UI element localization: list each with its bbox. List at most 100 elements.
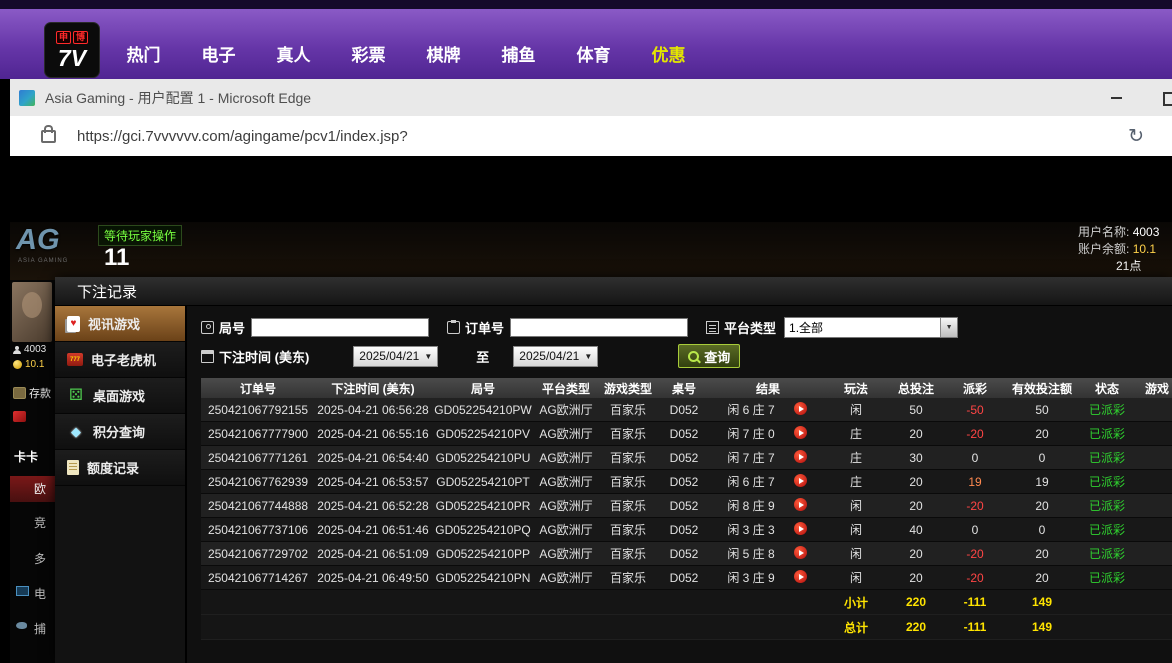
date-to-dropdown[interactable]: 2025/04/21 ▼	[513, 346, 598, 367]
page-content: AG ASIA GAMING 等待玩家操作 11 用户名称: 4003 账户余额…	[10, 156, 1172, 663]
maximize-button[interactable]	[1163, 92, 1172, 106]
to-label: 至	[476, 347, 489, 366]
lobby-menu-bu[interactable]: 捕	[34, 620, 46, 637]
chevron-down-icon[interactable]: ▼	[940, 318, 957, 337]
url-text[interactable]: https://gci.7vvvvvv.com/agingame/pcv1/in…	[77, 128, 408, 145]
page-favicon	[19, 90, 35, 106]
current-game-name: 21点	[1078, 258, 1172, 275]
tag-icon	[201, 321, 214, 334]
sidebar-item-3[interactable]: 桌面游戏	[55, 378, 185, 414]
table-row: 2504210677779002025-04-21 06:55:16GD0522…	[201, 422, 1172, 446]
order-no-cell: 250421067771261	[201, 446, 315, 470]
nav-item-2[interactable]: 电子	[181, 41, 256, 66]
sum-total-bet: 220	[885, 615, 947, 640]
sidebar-item-label: 桌面游戏	[93, 386, 145, 405]
platform-type-select[interactable]: 1.全部 ▼	[784, 317, 958, 338]
order-no-input[interactable]	[510, 318, 688, 337]
play-cell: 庄	[827, 422, 885, 446]
valid-bet-cell: 0	[1003, 518, 1081, 542]
sum-empty	[1081, 590, 1133, 615]
replay-icon[interactable]	[794, 426, 807, 439]
sidebar-item-1[interactable]: 视讯游戏	[55, 306, 185, 342]
column-header: 派彩	[947, 378, 1003, 398]
nav-item-7[interactable]: 体育	[556, 41, 631, 66]
replay-icon[interactable]	[794, 522, 807, 535]
nav-item-8[interactable]: 优惠	[631, 41, 706, 66]
query-button[interactable]: 查询	[678, 344, 740, 368]
username-label: 用户名称:	[1078, 225, 1129, 239]
deposit-row[interactable]: 存款	[13, 385, 51, 401]
status-cell: 已派彩	[1081, 542, 1133, 566]
bet-time-cell: 2025-04-21 06:52:28	[315, 494, 431, 518]
calendar-icon	[201, 350, 214, 363]
replay-icon[interactable]	[794, 546, 807, 559]
date-from-dropdown[interactable]: 2025/04/21 ▼	[353, 346, 438, 367]
lobby-menu-jing[interactable]: 竞	[34, 514, 46, 531]
subtotal-row: 小计220-111149	[201, 590, 1172, 615]
monitor-icon	[16, 586, 29, 596]
replay-icon[interactable]	[794, 402, 807, 415]
avatar	[12, 282, 52, 342]
column-header: 有效投注额	[1003, 378, 1081, 398]
status-cell: 已派彩	[1081, 422, 1133, 446]
lock-icon[interactable]	[41, 130, 56, 143]
total-bet-cell: 20	[885, 566, 947, 590]
sidebar-item-2[interactable]: 电子老虎机	[55, 342, 185, 378]
column-header: 游戏	[1133, 378, 1172, 398]
valid-bet-cell: 20	[1003, 494, 1081, 518]
table-row: 2504210677371062025-04-21 06:51:46GD0522…	[201, 518, 1172, 542]
sum-valid-bet: 149	[1003, 590, 1081, 615]
game-type-cell: 百家乐	[597, 398, 659, 422]
game-cell	[1133, 422, 1172, 446]
bet-table: 订单号下注时间 (美东)局号平台类型游戏类型桌号结果玩法总投注派彩有效投注额状态…	[201, 378, 1172, 640]
replay-icon[interactable]	[794, 450, 807, 463]
game-type-cell: 百家乐	[597, 446, 659, 470]
status-cell: 已派彩	[1081, 446, 1133, 470]
lobby-menu-eu[interactable]: 欧	[10, 476, 55, 502]
payout-cell: 0	[947, 446, 1003, 470]
site-logo[interactable]: 申 博 7V	[44, 22, 100, 78]
round-no-cell: GD052254210PN	[431, 566, 535, 590]
nav-item-4[interactable]: 彩票	[331, 41, 406, 66]
nav-item-1[interactable]: 热门	[106, 41, 181, 66]
sum-empty	[1133, 590, 1172, 615]
lobby-menu-duo[interactable]: 多	[34, 550, 46, 567]
date-to-value: 2025/04/21	[519, 349, 579, 363]
sidebar-item-label: 视讯游戏	[88, 314, 140, 333]
chevron-down-icon: ▼	[584, 352, 592, 361]
sidebar-item-5[interactable]: 额度记录	[55, 450, 185, 486]
order-no-cell: 250421067729702	[201, 542, 315, 566]
nav-item-5[interactable]: 棋牌	[406, 41, 481, 66]
play-cell: 闲	[827, 398, 885, 422]
payout-cell: -20	[947, 422, 1003, 446]
payout-cell: -20	[947, 566, 1003, 590]
list-icon	[706, 321, 719, 334]
round-no-cell: GD052254210PQ	[431, 518, 535, 542]
sum-label: 小计	[827, 590, 885, 615]
replay-icon[interactable]	[794, 474, 807, 487]
browser-titlebar[interactable]: Asia Gaming - 用户配置 1 - Microsoft Edge	[10, 79, 1172, 116]
column-header: 游戏类型	[597, 378, 659, 398]
nav-item-6[interactable]: 捕鱼	[481, 41, 556, 66]
sum-empty	[1133, 615, 1172, 640]
game-cell	[1133, 398, 1172, 422]
total-bet-cell: 40	[885, 518, 947, 542]
browser-urlbar[interactable]: https://gci.7vvvvvv.com/agingame/pcv1/in…	[10, 116, 1172, 157]
minimize-button[interactable]	[1094, 79, 1138, 116]
status-cell: 已派彩	[1081, 470, 1133, 494]
table-row: 2504210677921552025-04-21 06:56:28GD0522…	[201, 398, 1172, 422]
replay-icon[interactable]	[794, 570, 807, 583]
column-header: 下注时间 (美东)	[315, 378, 431, 398]
red-card-row[interactable]	[13, 411, 26, 422]
sidebar-item-label: 额度记录	[87, 458, 139, 477]
game-cell	[1133, 542, 1172, 566]
sidebar-item-4[interactable]: 积分查询	[55, 414, 185, 450]
nav-item-3[interactable]: 真人	[256, 41, 331, 66]
refresh-icon[interactable]	[1128, 127, 1144, 146]
table-no-cell: D052	[659, 494, 709, 518]
table-row: 2504210677142672025-04-21 06:49:50GD0522…	[201, 566, 1172, 590]
sum-label: 总计	[827, 615, 885, 640]
round-no-input[interactable]	[251, 318, 429, 337]
lobby-menu-dian[interactable]: 电	[34, 585, 46, 602]
replay-icon[interactable]	[794, 498, 807, 511]
